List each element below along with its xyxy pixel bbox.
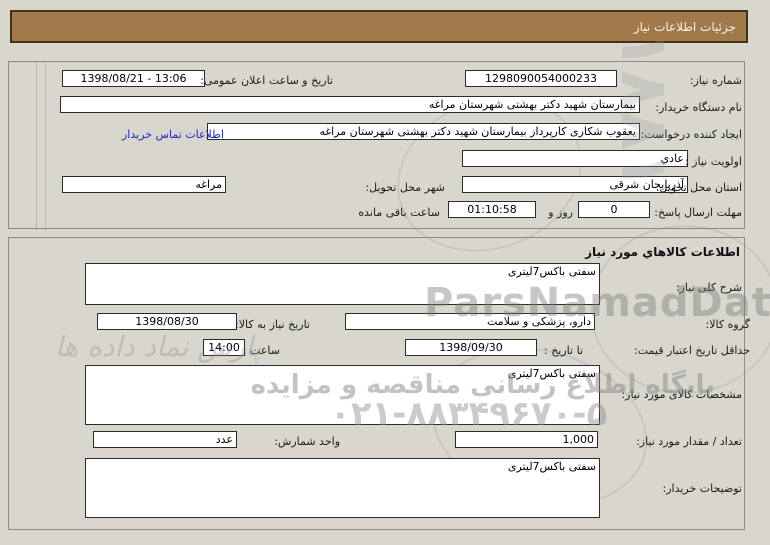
quantity-label: تعداد / مقدار مورد نیاز:	[636, 435, 742, 448]
buyer-notes-label: توضیحات خریدار:	[662, 482, 743, 495]
unit-label: واحد شمارش:	[274, 435, 340, 448]
deadline-label: مهلت ارسال پاسخ:	[654, 206, 742, 219]
goods-spec-label: مشخصات کالای مورد نیاز:	[621, 388, 742, 401]
need-date-label: تاریخ نیاز به کالا:	[235, 318, 310, 331]
hour-label: ساعت :	[242, 344, 280, 357]
buyer-org-field[interactable]	[60, 96, 640, 113]
need-details-page: { "header": { "title": "جزئیات اطلاعات ن…	[0, 0, 770, 545]
need-date-field[interactable]	[97, 313, 237, 330]
announce-datetime-label: تاریخ و ساعت اعلان عمومی:	[200, 74, 333, 87]
until-date-field[interactable]	[405, 339, 537, 356]
unit-field[interactable]	[93, 431, 237, 448]
request-creator-field[interactable]	[207, 123, 640, 140]
city-label: شهر محل تحویل:	[365, 181, 445, 194]
goods-section-title: اطلاعات کالاهاي مورد نیاز	[585, 245, 740, 259]
deadline-days-field[interactable]	[578, 201, 650, 218]
priority-label: اولویت نیاز :	[684, 155, 742, 168]
page-title-bar: جزئیات اطلاعات نیاز	[10, 10, 748, 43]
goods-spec-textarea[interactable]: سفتی باکس7لیتری	[85, 365, 600, 425]
deadline-time-suffix: ساعت باقی مانده	[358, 206, 440, 219]
province-field[interactable]	[462, 176, 688, 193]
deadline-time-field[interactable]	[448, 201, 536, 218]
goods-group-field[interactable]	[345, 313, 595, 330]
page-title: جزئیات اطلاعات نیاز	[633, 19, 736, 34]
buyer-contact-link[interactable]: اطلاعات تماس خریدار	[122, 128, 224, 141]
need-number-label: شماره نیاز:	[689, 74, 742, 87]
buyer-org-label: نام دستگاه خریدار:	[655, 101, 742, 114]
need-number-field[interactable]	[465, 70, 617, 87]
general-desc-label: شرح کلی نیاز:	[675, 281, 742, 294]
request-creator-label: ایجاد کننده درخواست:	[640, 128, 742, 141]
quantity-field[interactable]	[455, 431, 598, 448]
until-date-label: تا تاریخ :	[544, 344, 583, 357]
city-field[interactable]	[62, 176, 226, 193]
deadline-days-suffix: روز و	[548, 206, 573, 219]
goods-group-label: گروه کالا:	[705, 318, 750, 331]
general-desc-textarea[interactable]: سفتی باکس7لیتری	[85, 263, 600, 305]
hour-field[interactable]	[203, 339, 245, 356]
buyer-notes-textarea[interactable]: سفتی باکس7لیتری	[85, 458, 600, 518]
priority-field[interactable]	[462, 150, 688, 167]
province-label: استان محل تحویل:	[655, 181, 742, 194]
price-validity-label: حداقل تاریخ اعتبار قیمت:	[634, 344, 750, 357]
announce-datetime-field[interactable]	[62, 70, 205, 87]
